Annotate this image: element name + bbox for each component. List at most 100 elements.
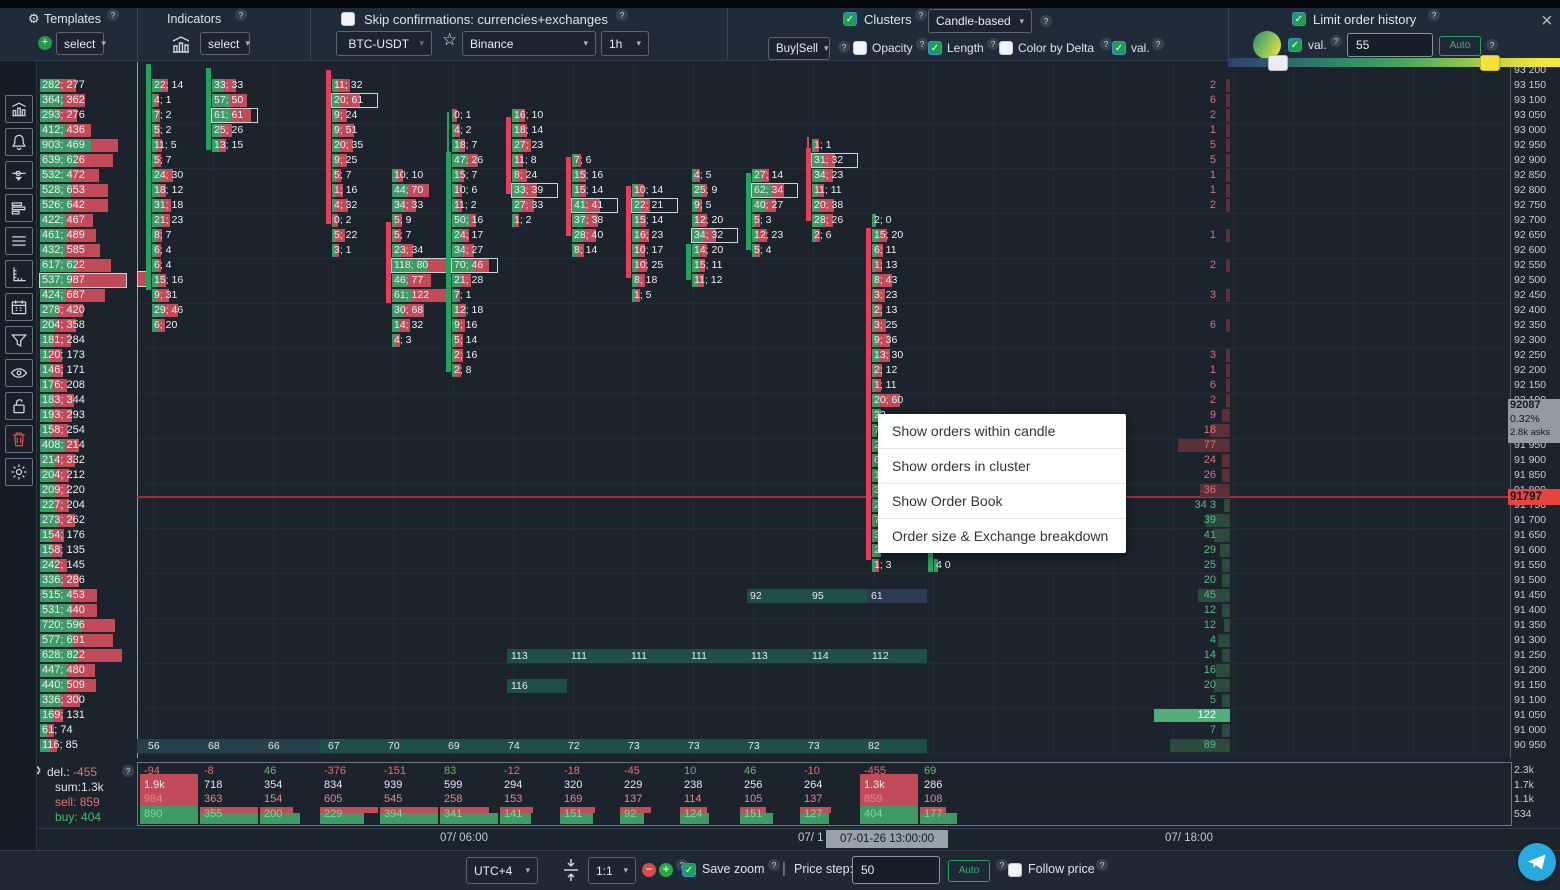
order-history-value: 5 (1140, 139, 1216, 152)
scale-ratio-select[interactable]: 1:1 ▾ (588, 857, 636, 884)
limit-order-value: 111 (631, 649, 647, 663)
stats-sell-value: 363 (204, 793, 222, 805)
cluster-row: 1; 16 (332, 184, 343, 197)
sidebar-slider-button[interactable] (5, 161, 33, 189)
exchange-value: Binance (470, 37, 513, 51)
cluster-row: 37; 38 (572, 214, 598, 227)
profile-row: 412; 436 (40, 124, 91, 137)
sidebar-calendar-button[interactable] (5, 293, 33, 321)
menu-item-show-orders-within-candle[interactable]: Show orders within candle (878, 414, 1126, 449)
help-icon[interactable]: ? (1486, 39, 1498, 51)
zoom-in-icon[interactable]: + (659, 863, 673, 877)
menu-item-show-order-book[interactable]: Show Order Book (878, 484, 1126, 519)
help-icon[interactable]: ? (1428, 9, 1440, 21)
clusters-checkbox[interactable]: ✓ (843, 12, 857, 26)
cluster-row: 10; 25 (632, 259, 647, 272)
scale-ratio-value: 1:1 (596, 864, 613, 878)
menu-item-order-size-exchange-breakdown[interactable]: Order size & Exchange breakdown (878, 519, 1126, 553)
side-select[interactable]: Buy|Sell ▾ (768, 37, 830, 60)
settings-icon (9, 462, 29, 482)
help-icon[interactable]: ? (1040, 15, 1052, 27)
help-icon[interactable]: ? (1330, 35, 1342, 47)
help-icon[interactable]: ? (616, 9, 628, 21)
sidebar-profile-button[interactable] (5, 194, 33, 222)
zoom-out-icon[interactable]: − (642, 863, 656, 877)
lock-icon (9, 396, 29, 416)
profile-row: 181; 284 (40, 334, 71, 347)
price-step-input[interactable] (852, 856, 940, 884)
compress-scale-icon[interactable] (560, 857, 582, 883)
help-icon[interactable]: ? (838, 41, 850, 53)
close-icon[interactable]: × (1541, 10, 1553, 33)
help-icon[interactable]: ? (1152, 38, 1164, 50)
sidebar-filter-button[interactable] (5, 326, 33, 354)
follow-price-checkbox[interactable] (1008, 863, 1022, 877)
stats-del-label: del.: -455 (47, 765, 97, 779)
clusters-label: Clusters (864, 12, 912, 27)
order-history-value: 5 (1140, 154, 1216, 167)
profile-row: 116; 85 (40, 739, 57, 752)
length-checkbox[interactable]: ✓ (928, 41, 942, 55)
color-by-delta-checkbox[interactable] (999, 41, 1013, 55)
gradient-slider-handle-left[interactable] (1268, 55, 1288, 71)
cluster-row: 4; 3 (392, 334, 400, 347)
candle-body (506, 117, 511, 194)
templates-select[interactable]: select ▾ (56, 32, 104, 55)
sidebar-menu-button[interactable] (5, 227, 33, 255)
help-icon[interactable]: ? (235, 9, 247, 21)
stats-delta-value: -18 (564, 765, 580, 777)
sidebar-alerts-button[interactable] (5, 128, 33, 156)
gridline-h (137, 258, 1510, 259)
help-icon[interactable]: ? (122, 765, 134, 777)
check-icon: ✓ (931, 43, 939, 54)
timeframe-select[interactable]: 1h ▾ (601, 31, 649, 56)
profile-row: 158; 135 (40, 544, 62, 557)
buy-text: buy: (55, 810, 78, 824)
length-label: Length (947, 41, 984, 55)
loh-auto-button[interactable]: Auto (1439, 36, 1481, 56)
price-label: 93 150 (1514, 78, 1546, 93)
price-step-auto-button[interactable]: Auto (948, 860, 990, 882)
help-icon[interactable]: ? (1100, 38, 1112, 50)
help-icon[interactable]: ? (768, 859, 780, 871)
help-icon[interactable]: ? (996, 859, 1008, 871)
help-icon[interactable]: ? (107, 9, 119, 21)
val-checkbox[interactable]: ✓ (1112, 41, 1126, 55)
save-zoom-checkbox[interactable]: ✓ (682, 863, 696, 877)
order-history-value: 6 (1140, 379, 1216, 392)
symbol-select[interactable]: BTC-USDT ▾ (336, 31, 432, 56)
help-icon[interactable]: ? (987, 38, 999, 50)
sidebar-lock-button[interactable] (5, 392, 33, 420)
limit-order-history-checkbox[interactable]: ✓ (1292, 12, 1306, 26)
timezone-select[interactable]: UTC+4 ▾ (466, 857, 538, 884)
cluster-row: 61; 122 (392, 289, 447, 302)
menu-item-show-orders-in-cluster[interactable]: Show orders in cluster (878, 449, 1126, 484)
cluster-mode-select[interactable]: Candle-based ▾ (928, 9, 1032, 33)
opacity-checkbox[interactable] (853, 41, 867, 55)
help-icon[interactable]: ? (915, 9, 927, 21)
cluster-chart[interactable]: 282; 277364; 362293; 276412; 436903; 469… (0, 0, 1560, 890)
loh-val-input[interactable] (1347, 33, 1433, 57)
sidebar-settings-button[interactable] (5, 458, 33, 486)
cluster-row: 8; 18 (632, 274, 645, 287)
add-template-icon[interactable]: + (38, 36, 52, 50)
help-icon[interactable]: ? (1096, 859, 1108, 871)
telegram-button[interactable] (1518, 843, 1556, 881)
sidebar-chart-button[interactable] (5, 95, 33, 123)
price-label: 92 150 (1514, 378, 1546, 393)
cluster-row: 20; 60 (872, 394, 900, 407)
star-icon[interactable]: ☆ (442, 30, 457, 50)
sidebar-trash-button[interactable] (5, 425, 33, 453)
gradient-slider-handle-right[interactable] (1480, 55, 1500, 71)
help-icon[interactable]: ? (916, 38, 928, 50)
alerts-icon (9, 132, 29, 152)
sidebar-eye-button[interactable] (5, 359, 33, 387)
profile-row: 528; 653 (40, 184, 108, 197)
loh-val-checkbox[interactable]: ✓ (1288, 38, 1302, 52)
exchange-select[interactable]: Binance ▾ (462, 31, 596, 56)
sidebar-ruler-button[interactable] (5, 260, 33, 288)
skip-confirmations-checkbox[interactable] (341, 12, 355, 26)
indicators-select[interactable]: select ▾ (200, 32, 250, 55)
stats-buy-value: 177 (924, 808, 942, 820)
cluster-row: 7 (872, 424, 877, 437)
